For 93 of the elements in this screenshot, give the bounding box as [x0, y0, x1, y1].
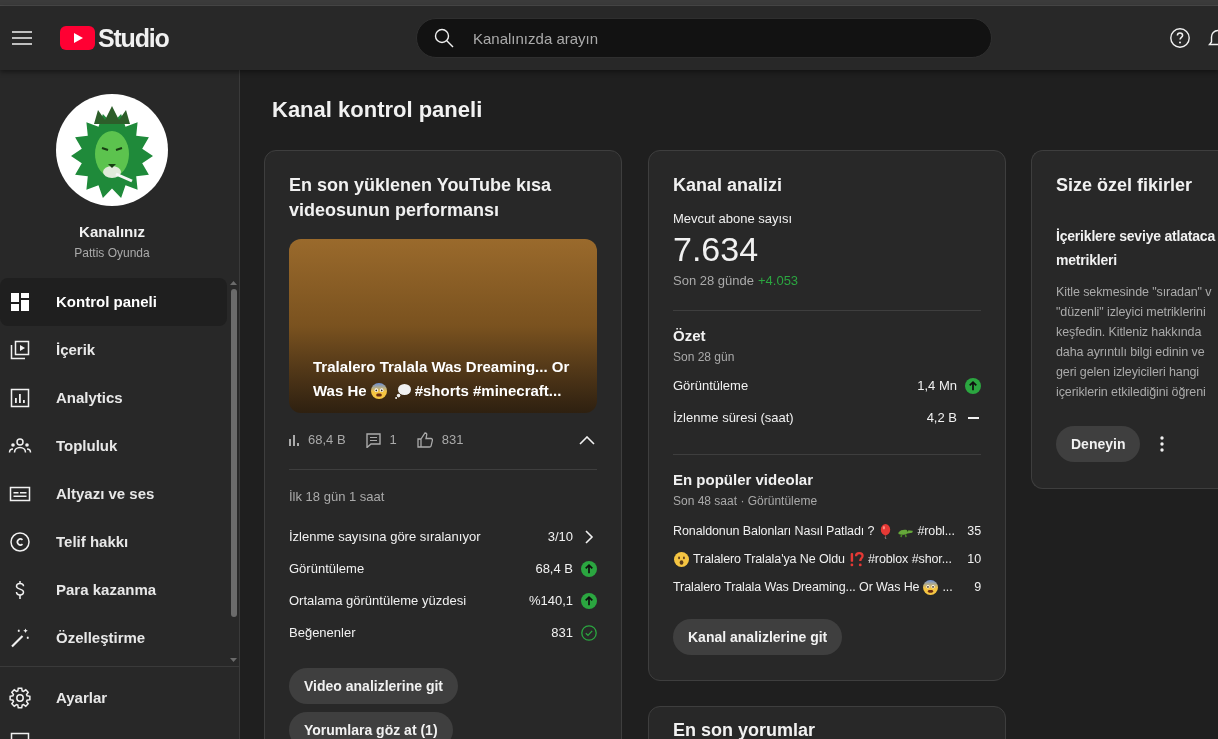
video-title[interactable]: Tralalero Tralala Was Dreaming... Or Was He	[673, 577, 920, 597]
interrobang-icon	[848, 551, 864, 567]
section-subtitle: Son 28 gün	[673, 349, 736, 365]
try-button[interactable]: Deneyin	[1056, 426, 1141, 462]
metric-value: 831	[551, 624, 573, 643]
bar-chart-icon	[289, 434, 299, 446]
bar-chart-icon	[8, 386, 32, 410]
search-icon[interactable]	[434, 28, 454, 48]
dash-icon	[967, 417, 979, 419]
video-library-icon	[8, 338, 32, 362]
card-title: Kanal analizi	[673, 174, 784, 197]
scrollbar-thumb[interactable]	[231, 289, 237, 617]
thought-bubble-icon	[394, 383, 411, 399]
action-button[interactable]: Yorumlara göz at (1)	[289, 712, 453, 739]
card-title: En son yüklenen YouTube kısa videosunun performansı	[289, 174, 553, 222]
metric-label: Görüntüleme	[289, 560, 366, 579]
channel-avatar[interactable]	[56, 94, 168, 206]
logo-text[interactable]: Studio	[98, 25, 169, 51]
metric-label: İzlenme süresi (saat)	[673, 409, 795, 428]
channel-handle: Pattis Oyunda	[74, 245, 150, 261]
sidebar-item[interactable]: İçerik	[0, 326, 227, 374]
metric-label: Beğenenler	[289, 624, 357, 643]
stat-label: Mevcut abone sayısı	[673, 210, 794, 228]
surprised-face-icon	[674, 551, 689, 567]
card-title: Size özel fikirler	[1056, 174, 1194, 197]
metric-label: İzlenme sayısına göre sıralanıyor	[289, 528, 482, 547]
view-count: 68,4 B	[308, 431, 346, 450]
view-count: 10	[967, 550, 981, 568]
fearful-face-icon	[370, 383, 387, 399]
comment-count: 1	[389, 431, 397, 450]
metric-value: 4,2 B	[926, 409, 957, 428]
video-title[interactable]: Tralalero Tralala Was Dreaming... Or	[313, 358, 570, 375]
video-title[interactable]: Was He	[313, 382, 367, 399]
video-title[interactable]: ...	[942, 577, 953, 597]
metric-label: Ortalama görüntüleme yüzdesi	[289, 592, 468, 611]
help-icon[interactable]	[1170, 28, 1190, 48]
page-title: Kanal kontrol paneli	[272, 96, 484, 124]
view-count: 35	[967, 522, 981, 540]
arrow-up-circle-icon	[581, 561, 597, 577]
metric-label: Görüntüleme	[673, 377, 750, 396]
subscriber-count: 7.634	[673, 230, 760, 268]
section-title: En popüler videolar	[673, 470, 815, 490]
sidebar-item[interactable]: Telif hakkı	[0, 518, 227, 566]
sidebar-item[interactable]: Altyazı ve ses	[0, 470, 227, 518]
check-circle-icon	[581, 625, 597, 641]
comment-icon	[365, 432, 381, 448]
kebab-menu-icon[interactable]	[1160, 436, 1165, 452]
sidebar-item[interactable]: Topluluk	[0, 422, 227, 470]
sidebar-item[interactable]: Para kazanma	[0, 566, 227, 614]
action-button[interactable]: Video analizlerine git	[289, 668, 458, 704]
square-outline-icon[interactable]	[8, 732, 32, 739]
card-title: En son yorumlar	[673, 720, 817, 739]
video-title[interactable]: #shorts #minecraft...	[414, 382, 562, 399]
action-button[interactable]: Kanal analizlerine git	[673, 619, 843, 655]
video-title[interactable]: Tralalero Tralala'ya Ne Oldu	[693, 549, 845, 569]
sidebar-item[interactable]: Ayarlar	[0, 674, 227, 722]
channel-name: Kanalınız	[79, 222, 145, 242]
period-label: İlk 18 gün 1 saat	[289, 488, 386, 506]
scroll-up-icon[interactable]	[230, 281, 237, 285]
chevron-right-icon[interactable]	[584, 530, 594, 544]
sidebar-item[interactable]: Özelleştirme	[0, 614, 227, 662]
bell-icon[interactable]	[1208, 28, 1218, 48]
metric-value: %140,1	[528, 592, 573, 611]
copyright-icon	[8, 530, 32, 554]
fearful-face-icon	[923, 579, 939, 595]
scroll-down-icon[interactable]	[230, 658, 237, 662]
dashboard-icon	[8, 290, 32, 314]
metric-value: 3/10	[547, 528, 573, 547]
video-title[interactable]: #roblox #shor...	[867, 549, 952, 569]
metric-value: 1,4 Mn	[917, 377, 957, 396]
tip-heading: İçeriklere seviye atlataca metrikleri	[1056, 227, 1217, 270]
like-count: 831	[441, 431, 464, 450]
section-title: Özet	[673, 326, 707, 346]
view-count: 9	[974, 578, 981, 596]
change-period: Son 28 günde	[673, 272, 754, 290]
arrow-up-circle-icon	[581, 593, 597, 609]
chevron-up-icon[interactable]	[579, 435, 595, 445]
tip-description: Kitle sekmesinde "sıradan" v "düzenli" izleyici metriklerini keşfedin. Kitleniz hakkında daha ayrıntılı bilgi edinin ve geri gelen izleyicileri hangi içeriklerin etkilediğini öğreni	[1056, 284, 1213, 401]
section-subtitle: Son 48 saat · Görüntüleme	[673, 493, 819, 509]
video-title[interactable]: #robl...	[917, 521, 955, 541]
arrow-up-circle-icon	[965, 378, 981, 394]
subscriber-change: +4.053	[757, 272, 799, 290]
sidebar-item[interactable]: Kontrol paneli	[0, 278, 227, 326]
thumbs-up-icon	[416, 432, 433, 448]
play-logo-icon[interactable]	[60, 26, 95, 50]
magic-wand-icon	[8, 626, 32, 650]
metric-value: 68,4 B	[535, 560, 573, 579]
sidebar-item[interactable]: Analytics	[0, 374, 227, 422]
gear-icon	[8, 686, 32, 710]
menu-icon[interactable]	[12, 31, 32, 45]
video-thumbnail[interactable]: Tralalero Tralala Was Dreaming... Or Was He #shorts #minecraft...	[289, 239, 597, 413]
video-title[interactable]: Ronaldonun Balonları Nasıl Patladı ?	[673, 521, 875, 541]
search-field[interactable]: Kanalınızda arayın	[416, 18, 992, 58]
